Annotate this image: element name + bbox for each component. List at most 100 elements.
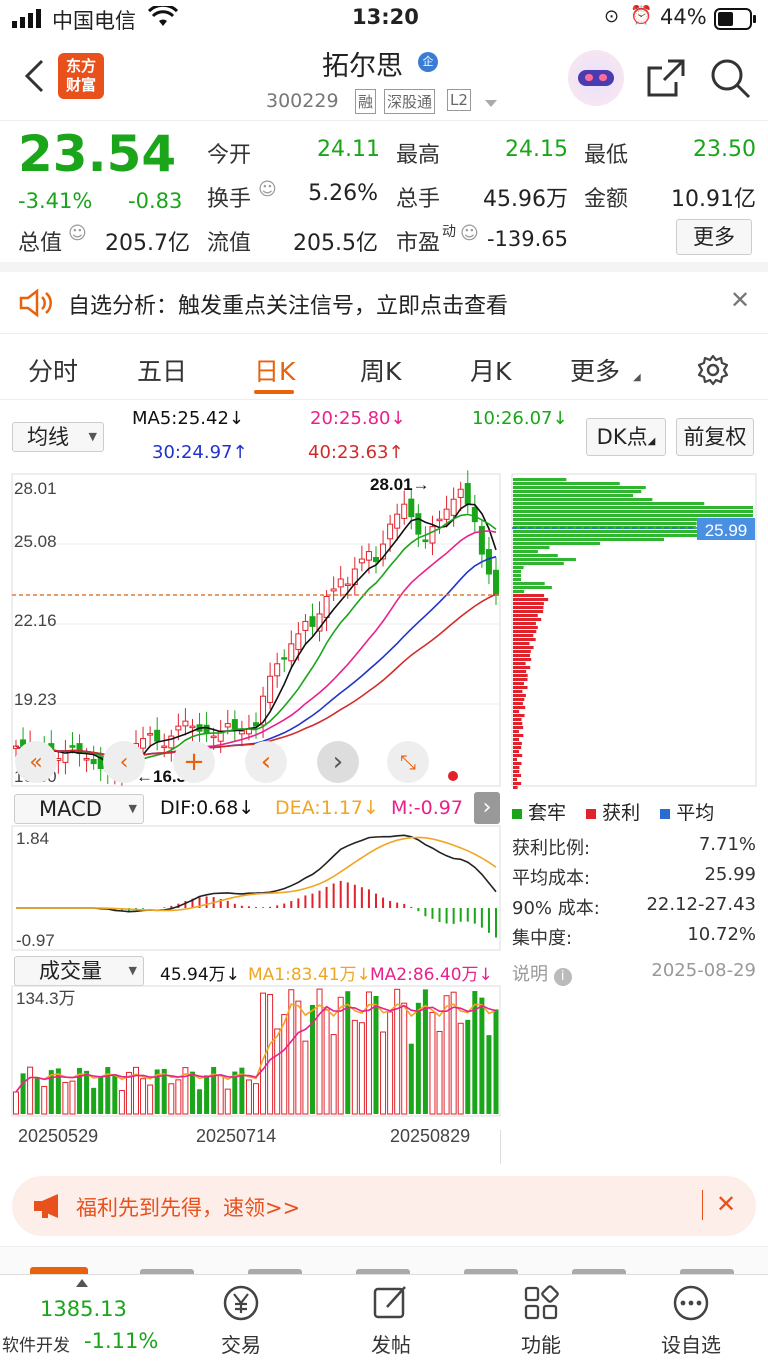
volume-bar xyxy=(436,1030,443,1115)
chip-bar xyxy=(513,690,523,693)
candle-body xyxy=(365,551,372,561)
y-label-3: 22.16 xyxy=(14,611,57,630)
macd-select[interactable]: MACD ▼ xyxy=(14,794,144,824)
change-amount: -0.83 xyxy=(128,189,183,213)
y-label-2: 25.08 xyxy=(14,532,57,551)
volume-bar xyxy=(34,1077,40,1114)
tab-five-day[interactable]: 五日 xyxy=(137,352,187,388)
chip-bar xyxy=(513,726,524,729)
volume-bar xyxy=(62,1081,69,1115)
candle-body xyxy=(323,595,330,618)
volume-bar xyxy=(358,1022,365,1115)
close-icon[interactable]: ✕ xyxy=(716,1190,736,1218)
candle-body xyxy=(408,498,415,518)
nav-add-watchlist[interactable]: 设自选 xyxy=(636,1283,746,1358)
float-label: 流值 xyxy=(207,231,252,256)
volume-bar xyxy=(457,1022,464,1115)
volume-select[interactable]: 成交量 ▼ xyxy=(14,956,144,986)
tab-more[interactable]: 更多 xyxy=(570,352,620,388)
expand-up-icon[interactable] xyxy=(76,1279,88,1287)
volume-value: 45.96万 xyxy=(483,187,568,212)
info-icon[interactable]: ☺ xyxy=(460,223,479,244)
share-icon[interactable] xyxy=(646,58,686,102)
macd-chart[interactable]: 1.84 -0.97 xyxy=(0,824,510,952)
volume-bar xyxy=(281,1014,288,1115)
adjust-button[interactable]: 前复权 xyxy=(676,418,754,456)
edit-icon xyxy=(373,1286,406,1319)
candle-body xyxy=(90,758,97,765)
chip-bar xyxy=(513,722,523,725)
sector-index-value[interactable]: 1385.13 xyxy=(40,1297,127,1321)
step-back-button[interactable]: ‹ xyxy=(245,741,287,783)
volume-bar xyxy=(408,1043,414,1114)
svg-text:⤡: ⤡ xyxy=(400,750,416,774)
volume-bar xyxy=(41,1085,48,1115)
candle-body xyxy=(464,483,471,505)
volume-bar xyxy=(323,1009,330,1115)
chip-bar xyxy=(513,486,646,489)
volume-value: 45.94万↓ xyxy=(160,965,240,985)
chip-note-row[interactable]: 说明 i 2025-08-29 xyxy=(512,960,756,990)
volume-bar xyxy=(380,1031,387,1115)
volume-bar xyxy=(20,1073,26,1114)
analysis-notice[interactable]: 自选分析：触发重点关注信号，立即点击查看 ✕ xyxy=(0,272,768,334)
fullscreen-button[interactable]: ⤡ xyxy=(387,741,429,783)
info-icon[interactable]: ☺ xyxy=(258,179,277,200)
sector-name[interactable]: 软件开发 xyxy=(2,1331,70,1356)
chip-bar xyxy=(513,614,538,617)
nav-post[interactable]: 发帖 xyxy=(336,1283,446,1358)
ma-select[interactable]: 均线 ▼ xyxy=(12,422,104,452)
step-forward-button[interactable]: › xyxy=(317,741,359,783)
divider xyxy=(0,262,768,272)
tab-monthly-k[interactable]: 月K xyxy=(470,352,511,388)
kline-chart[interactable]: 25.99 28.01 25.08 22.16 19.23 16.30 28.0… xyxy=(0,470,768,800)
chip-bar xyxy=(513,698,525,701)
chip-row: 平均成本: 25.99 xyxy=(512,864,756,894)
chip-bar xyxy=(513,678,528,681)
expand-chevron-icon[interactable]: › xyxy=(474,792,500,824)
tab-intraday[interactable]: 分时 xyxy=(28,352,78,388)
settings-gear-icon[interactable] xyxy=(697,354,729,390)
chip-bar xyxy=(513,598,549,601)
chip-bar xyxy=(513,670,527,673)
search-icon[interactable] xyxy=(710,58,752,104)
tab-daily-k[interactable]: 日K xyxy=(254,352,295,388)
quote-panel: 23.54 -3.41% -0.83 今开 24.11 最高 24.15 最低 … xyxy=(0,120,768,270)
volume-bar xyxy=(337,996,344,1115)
date-label-3: 20250829 xyxy=(390,1126,470,1146)
nav-trade[interactable]: 交易 xyxy=(186,1283,296,1358)
chevron-down-icon[interactable] xyxy=(484,94,498,113)
divider xyxy=(500,1130,501,1164)
chip-bar xyxy=(513,746,522,749)
chip-bar xyxy=(513,578,521,581)
promo-banner[interactable]: 福利先到先得，速领>> ✕ xyxy=(12,1176,756,1236)
dk-point-button[interactable]: DK点◢ xyxy=(586,418,666,456)
chip-bar xyxy=(513,478,567,481)
info-icon: i xyxy=(553,968,572,986)
date-label-2: 20250714 xyxy=(196,1126,276,1146)
scroll-left-fast-button[interactable]: « xyxy=(15,741,57,783)
assistant-avatar-icon[interactable] xyxy=(568,50,624,106)
volume-bar xyxy=(168,1083,175,1115)
tab-weekly-k[interactable]: 周K xyxy=(360,352,401,388)
candle-body xyxy=(330,588,337,592)
more-button[interactable]: 更多 xyxy=(676,219,752,255)
chip-row-label: 90% 成本: xyxy=(512,898,600,919)
sector-change[interactable]: -1.11% xyxy=(84,1329,158,1353)
scroll-left-slow-button[interactable]: ‹ xyxy=(103,741,145,783)
chip-bar xyxy=(513,594,545,597)
volume-chart[interactable]: 134.3万 20250529 20250714 20250829 xyxy=(0,984,510,1164)
chip-bar xyxy=(513,714,525,717)
chip-bar xyxy=(513,514,753,517)
info-icon[interactable]: ☺ xyxy=(68,223,87,244)
more-triangle-icon: ◢ xyxy=(633,372,641,383)
nav-functions[interactable]: 功能 xyxy=(486,1283,596,1358)
close-icon[interactable]: ✕ xyxy=(730,286,750,314)
volume-bar xyxy=(91,1087,97,1114)
volume-bar xyxy=(140,1078,147,1115)
back-icon[interactable] xyxy=(22,58,46,98)
zoom-in-button[interactable]: + xyxy=(173,741,215,783)
high-marker: 28.01→ xyxy=(370,475,430,494)
ma-select-label: 均线 xyxy=(27,425,69,449)
candle-body xyxy=(422,539,429,543)
